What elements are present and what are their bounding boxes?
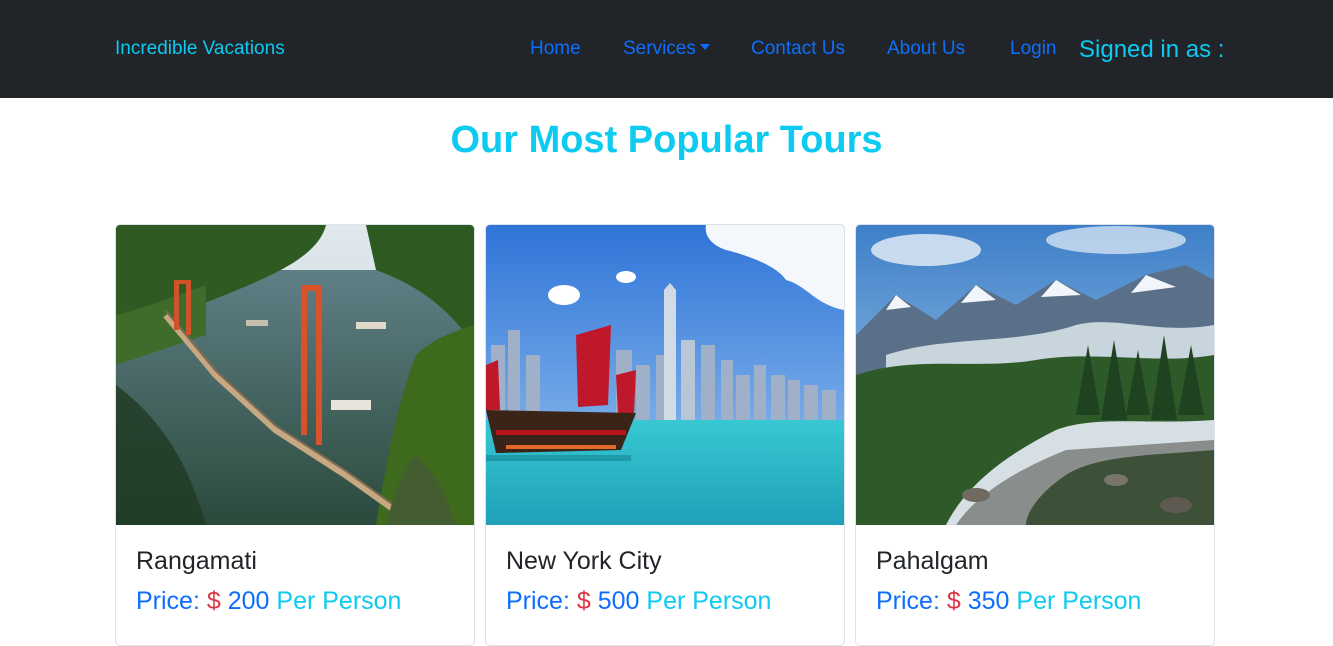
section-title: Our Most Popular Tours — [450, 119, 883, 161]
price-amount: 350 — [967, 587, 1010, 615]
price-label: Price: — [506, 587, 570, 615]
tour-card-new-york-city[interactable]: New York City Price: $ 500 Per Person — [485, 224, 845, 646]
tour-card-pahalgam[interactable]: Pahalgam Price: $ 350 Per Person — [855, 224, 1215, 646]
price-label: Price: — [136, 587, 200, 615]
nav-login[interactable]: Login — [1010, 38, 1057, 60]
brand-link[interactable]: Incredible Vacations — [115, 38, 285, 60]
nav-services-dropdown[interactable]: Services — [623, 38, 710, 60]
tour-name: Rangamati — [136, 547, 257, 575]
price-currency: $ — [206, 587, 221, 615]
price-per: Per Person — [276, 587, 402, 615]
price-per: Per Person — [646, 587, 772, 615]
nav-home[interactable]: Home — [530, 38, 581, 60]
tour-image-pahalgam — [856, 225, 1214, 525]
price-amount: 500 — [597, 587, 640, 615]
nav-services-label: Services — [623, 38, 696, 59]
price-per: Per Person — [1016, 587, 1142, 615]
nav-contact-us[interactable]: Contact Us — [751, 38, 845, 60]
chevron-down-icon — [699, 43, 710, 50]
tour-name: Pahalgam — [876, 547, 989, 575]
tour-price: Price: $ 200 Per Person — [136, 587, 401, 616]
nav-about-us[interactable]: About Us — [887, 38, 965, 60]
price-currency: $ — [576, 587, 591, 615]
tour-price: Price: $ 350 Per Person — [876, 587, 1141, 616]
price-label: Price: — [876, 587, 940, 615]
price-currency: $ — [946, 587, 961, 615]
tour-image-new-york-city — [486, 225, 844, 525]
signed-in-text: Signed in as : — [1079, 36, 1225, 63]
tour-card-rangamati[interactable]: Rangamati Price: $ 200 Per Person — [115, 224, 475, 646]
tour-name: New York City — [506, 547, 662, 575]
tour-price: Price: $ 500 Per Person — [506, 587, 771, 616]
top-navbar: Incredible Vacations Home Services Conta… — [0, 0, 1333, 98]
tour-image-rangamati — [116, 225, 474, 525]
price-amount: 200 — [227, 587, 270, 615]
